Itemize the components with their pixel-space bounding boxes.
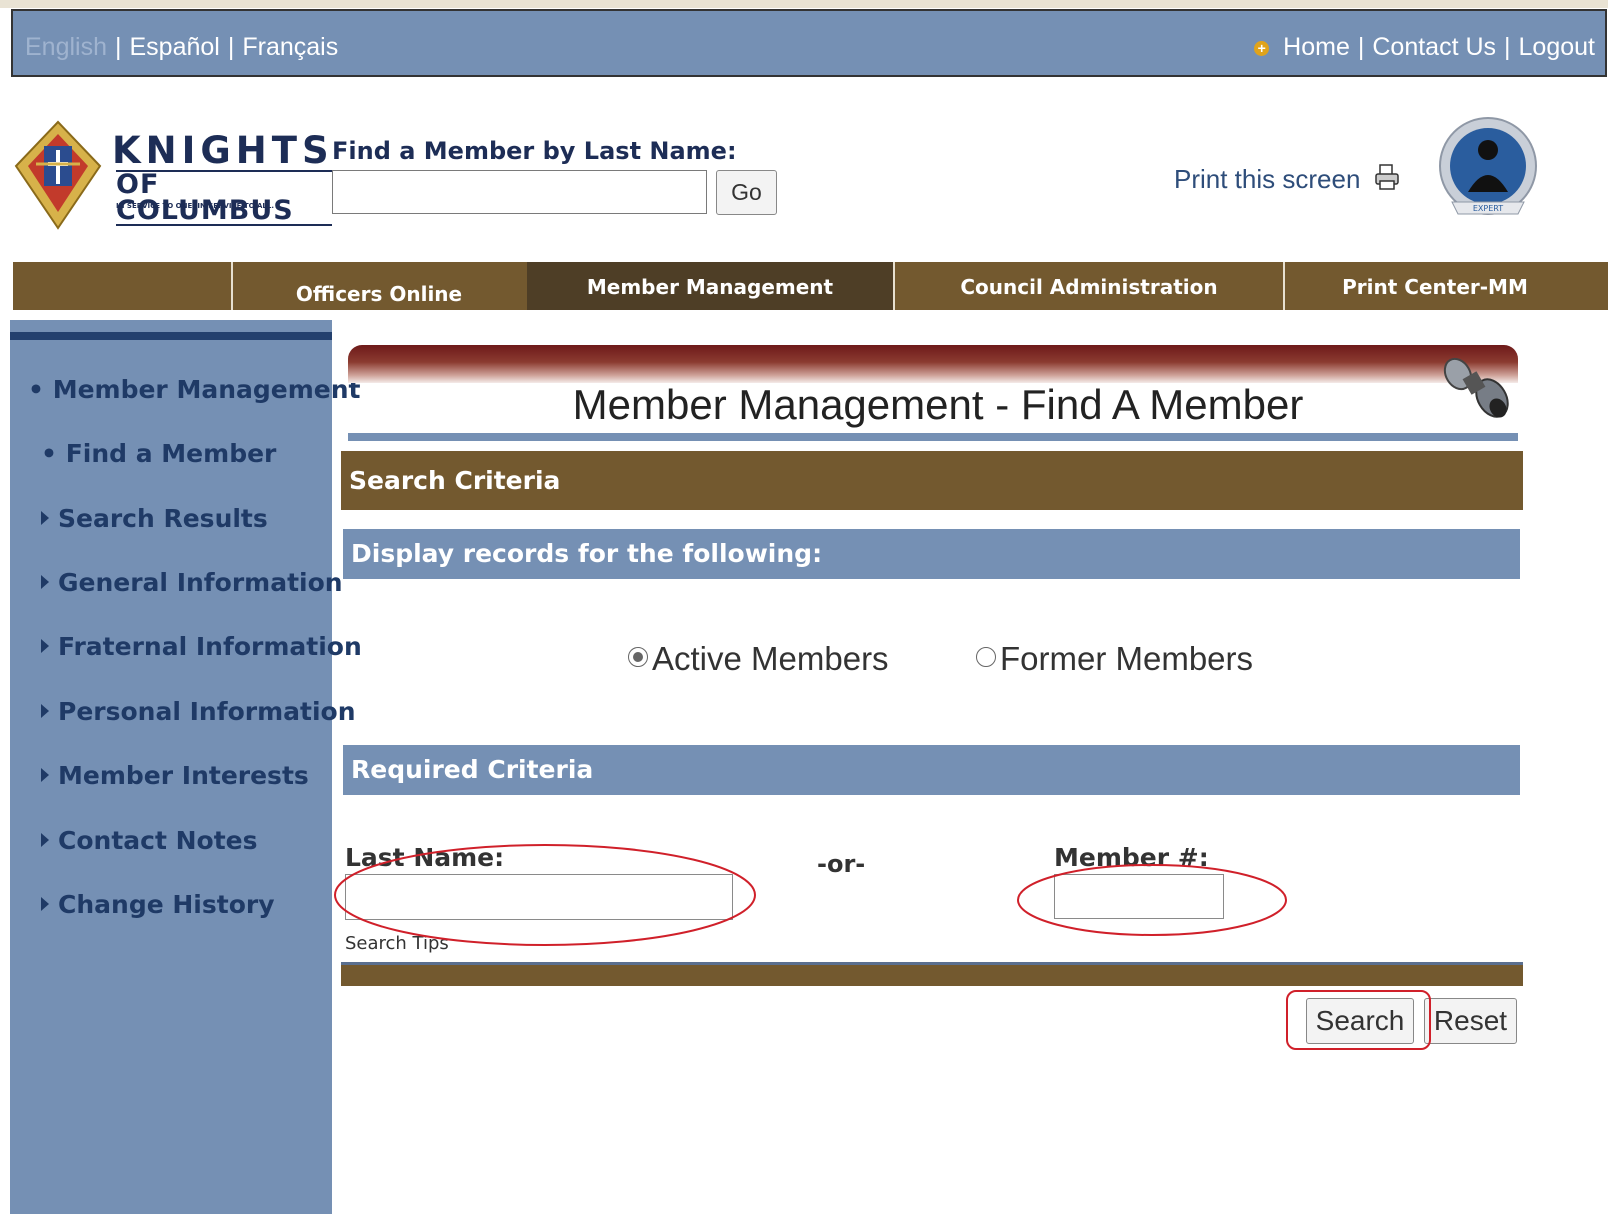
- last-name-input[interactable]: [345, 874, 733, 920]
- separator: |: [1357, 33, 1365, 61]
- home-link[interactable]: Home: [1283, 33, 1350, 61]
- top-strip: [0, 0, 1608, 8]
- sidebar-item-label: Fraternal Information: [58, 632, 362, 661]
- language-espanol[interactable]: Español: [130, 33, 220, 61]
- last-name-label: Last Name:: [345, 843, 505, 872]
- required-criteria-header: Required Criteria: [343, 745, 1520, 795]
- language-francais[interactable]: Français: [242, 33, 338, 61]
- arrow-right-icon: [41, 897, 49, 911]
- main-nav: Officers Online Member Management Counci…: [13, 262, 1608, 310]
- bullet: •: [41, 439, 66, 468]
- sidebar-item-label: General Information: [58, 568, 343, 597]
- sidebar-item-general-information[interactable]: General Information: [41, 568, 343, 597]
- logout-link[interactable]: Logout: [1519, 33, 1595, 61]
- radio-button[interactable]: [976, 647, 996, 667]
- expert-badge-icon: EXPERT: [1438, 114, 1538, 232]
- sidebar-item-member-interests[interactable]: Member Interests: [41, 761, 309, 790]
- logo-wordmark: KNIGHTS: [112, 129, 334, 172]
- title-gradient: [348, 345, 1518, 383]
- radio-active-members[interactable]: Active Members: [628, 640, 889, 678]
- sidebar-item-label: Search Results: [58, 504, 268, 533]
- print-label: Print this screen: [1174, 164, 1361, 194]
- search-criteria-header: Search Criteria: [341, 451, 1523, 510]
- binoculars-icon: [1432, 352, 1518, 436]
- logo-wordmark-sub: OF COLUMBUS: [116, 170, 332, 226]
- sidebar-item-contact-notes[interactable]: Contact Notes: [41, 826, 258, 855]
- radio-button-selected[interactable]: [628, 647, 648, 667]
- kofc-logo[interactable]: KNIGHTS OF COLUMBUS IN SERVICE TO ONE. I…: [12, 120, 332, 232]
- annotation-search-button-box: [1286, 990, 1431, 1050]
- sidebar-item-label: Member Management: [52, 375, 361, 404]
- arrow-right-icon: [41, 511, 49, 525]
- sidebar-item-find-a-member[interactable]: • Find a Member: [41, 439, 276, 468]
- sidebar-item-label: Find a Member: [65, 439, 277, 468]
- title-underline: [348, 433, 1518, 441]
- radio-former-members[interactable]: Former Members: [976, 640, 1253, 678]
- printer-icon: [1374, 164, 1400, 197]
- sidebar-item-label: Change History: [58, 890, 275, 919]
- reset-button[interactable]: Reset: [1424, 998, 1517, 1044]
- arrow-right-icon: [41, 768, 49, 782]
- sidebar-item-personal-information[interactable]: Personal Information: [41, 697, 356, 726]
- logo-emblem-icon: [14, 120, 102, 230]
- tab-officers-online[interactable]: Officers Online: [233, 262, 525, 310]
- page-title: Member Management - Find A Member: [572, 381, 1304, 428]
- tab-council-administration[interactable]: Council Administration: [895, 262, 1283, 310]
- print-screen-link[interactable]: Print this screen: [1174, 164, 1400, 197]
- contact-us-link[interactable]: Contact Us: [1372, 33, 1496, 61]
- language-switcher: English | Español | Français: [25, 33, 338, 62]
- arrow-right-icon: [41, 639, 49, 653]
- sidebar-item-change-history[interactable]: Change History: [41, 890, 275, 919]
- separator: |: [227, 33, 235, 61]
- nav-divider: [231, 262, 233, 310]
- page-title-banner: Member Management - Find A Member: [348, 345, 1518, 445]
- go-button[interactable]: Go: [716, 170, 777, 215]
- sidebar-item-label: Member Interests: [58, 761, 309, 790]
- sidebar: • Member Management • Find a Member Sear…: [10, 320, 362, 1214]
- display-records-header: Display records for the following:: [343, 529, 1520, 579]
- find-member-input[interactable]: [332, 170, 707, 214]
- bullet: •: [28, 375, 53, 404]
- globe-icon: +: [1254, 41, 1270, 56]
- logo-tagline: IN SERVICE TO ONE. IN SERVICE TO ALL.: [116, 202, 274, 210]
- or-label: -or-: [817, 850, 866, 878]
- tab-print-center[interactable]: Print Center-MM: [1285, 262, 1585, 310]
- find-member-label: Find a Member by Last Name:: [332, 137, 737, 165]
- tab-member-management[interactable]: Member Management: [527, 262, 893, 310]
- sidebar-item-label: Contact Notes: [58, 826, 258, 855]
- language-english[interactable]: English: [25, 33, 107, 61]
- arrow-right-icon: [41, 833, 49, 847]
- member-number-input[interactable]: [1054, 874, 1224, 919]
- utility-links: + Home | Contact Us | Logout: [1254, 33, 1595, 62]
- separator: |: [1504, 33, 1511, 61]
- badge-label: EXPERT: [1473, 204, 1503, 213]
- top-bar: English | Español | Français + Home | Contact U…: [11, 9, 1607, 77]
- section-separator: [341, 962, 1523, 986]
- separator: |: [115, 33, 122, 61]
- sidebar-item-member-management[interactable]: • Member Management: [28, 375, 360, 404]
- sidebar-item-label: Personal Information: [58, 697, 356, 726]
- sidebar-item-fraternal-information[interactable]: Fraternal Information: [41, 632, 362, 661]
- sidebar-item-search-results[interactable]: Search Results: [41, 504, 268, 533]
- radio-active-label: Active Members: [652, 640, 889, 677]
- search-tips-link[interactable]: Search Tips: [345, 933, 449, 954]
- member-number-label: Member #:: [1054, 843, 1209, 872]
- arrow-right-icon: [41, 575, 49, 589]
- arrow-right-icon: [41, 704, 49, 718]
- radio-former-label: Former Members: [1000, 640, 1254, 677]
- sidebar-top-bar: [10, 332, 332, 340]
